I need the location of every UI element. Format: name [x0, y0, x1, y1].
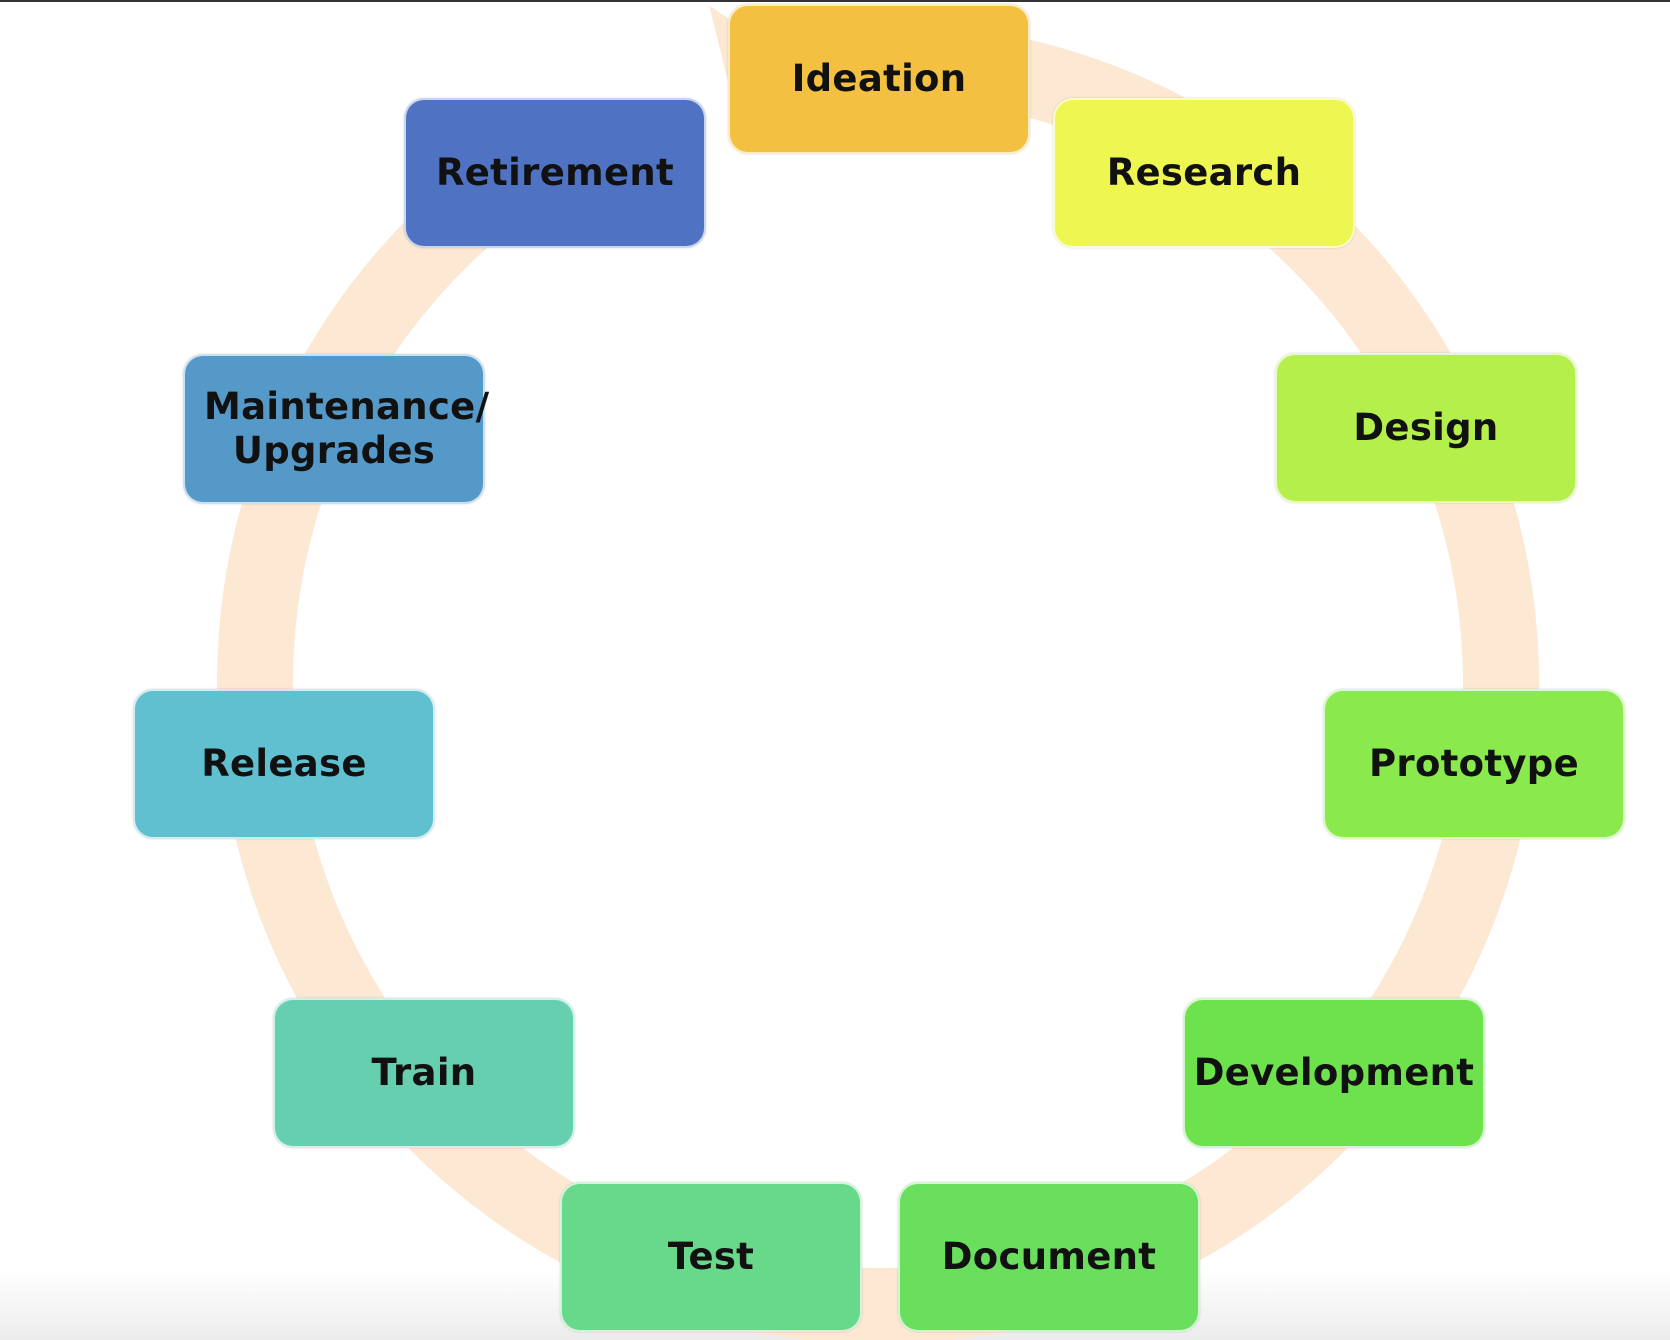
stage-maintenance-upgrades: Maintenance/ Upgrades — [183, 354, 490, 504]
stage-label: Research — [1106, 150, 1302, 194]
stage-prototype: Prototype — [1323, 689, 1625, 839]
stage-test: Test — [560, 1182, 862, 1332]
stage-label: Test — [667, 1234, 755, 1278]
stage-label: Design — [1353, 405, 1499, 449]
stage-retirement: Retirement — [404, 98, 706, 248]
stage-label: Ideation — [791, 56, 967, 100]
stage-research: Research — [1053, 98, 1355, 248]
stage-label: Prototype — [1369, 741, 1579, 785]
stage-document: Document — [898, 1182, 1200, 1332]
stage-ideation: Ideation — [728, 4, 1030, 154]
stage-label: Document — [941, 1234, 1157, 1278]
stage-label: Development — [1193, 1050, 1475, 1094]
stage-label: Train — [371, 1050, 477, 1094]
stage-label: Maintenance/ Upgrades — [204, 384, 490, 472]
stage-label: Retirement — [436, 150, 674, 194]
stage-development: Development — [1183, 998, 1485, 1148]
stage-label: Release — [201, 741, 367, 785]
stage-release: Release — [133, 689, 435, 839]
stage-design: Design — [1275, 353, 1577, 503]
stage-train: Train — [273, 998, 575, 1148]
